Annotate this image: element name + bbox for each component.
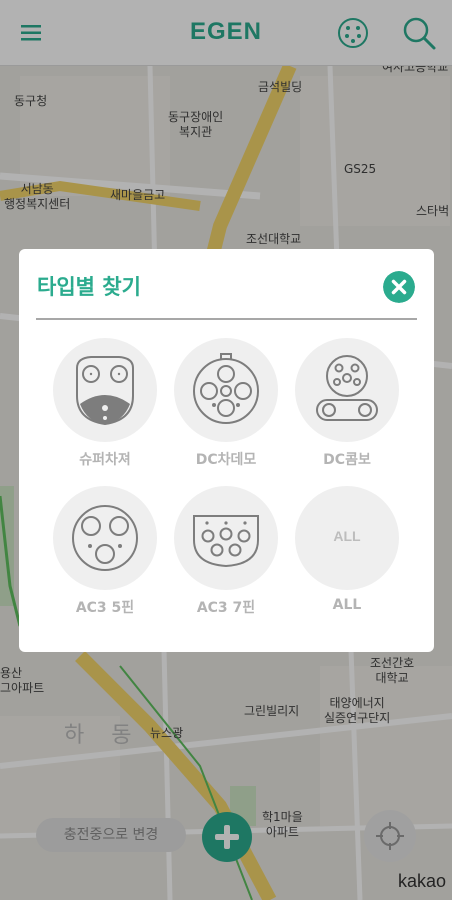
type-ac3-5pin-button[interactable] [53, 486, 157, 590]
dialog-divider [36, 318, 417, 320]
type-supercharger-button[interactable] [53, 338, 157, 442]
dc-combo-connector-icon [316, 355, 378, 421]
supercharger-connector-icon [76, 356, 134, 426]
dialog-title: 타입별 찾기 [37, 275, 141, 299]
type-label: AC3 7핀 [196, 600, 256, 616]
ac3-7pin-connector-icon [193, 515, 259, 568]
type-label: ALL [332, 597, 362, 613]
type-all-button[interactable]: ALL [295, 486, 399, 590]
type-label: DC차데모 [195, 452, 257, 468]
type-filter-dialog: 타입별 찾기 슈퍼차져 DC차데모 DC콤보 AC3 5핀 AC3 7핀 ALL… [19, 249, 434, 652]
type-label: DC콤보 [323, 452, 371, 468]
type-dc-combo-button[interactable] [295, 338, 399, 442]
chademo-connector-icon [193, 353, 259, 424]
all-tile-text: ALL [333, 528, 361, 544]
type-ac3-7pin-button[interactable] [174, 486, 278, 590]
type-label: 슈퍼차져 [79, 452, 131, 468]
type-label: AC3 5핀 [75, 600, 135, 616]
type-chademo-button[interactable] [174, 338, 278, 442]
close-icon[interactable] [383, 271, 415, 303]
ac3-5pin-connector-icon [72, 505, 138, 571]
